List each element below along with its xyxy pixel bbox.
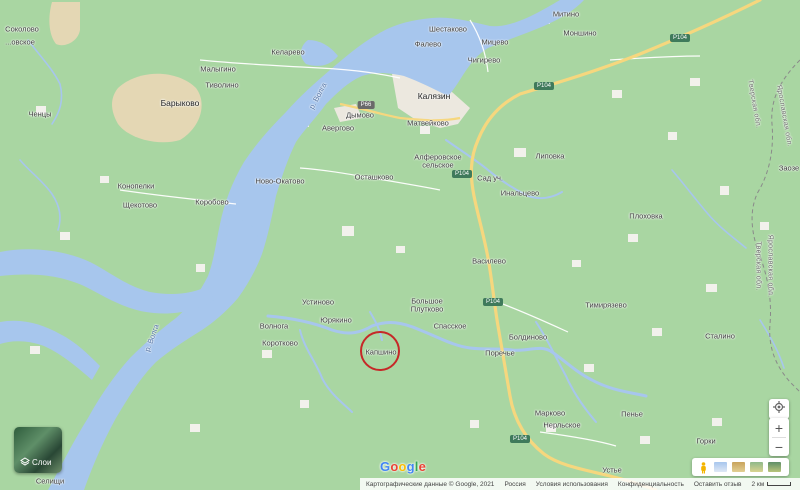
- imagery-thumbnail[interactable]: [714, 462, 727, 472]
- zoom-out-button[interactable]: −: [769, 438, 789, 456]
- place-label[interactable]: Тимирязево: [585, 301, 627, 309]
- place-label[interactable]: Заозе: [779, 164, 799, 172]
- place-label[interactable]: Коробово: [195, 198, 228, 206]
- feedback-link[interactable]: Оставить отзыв: [694, 481, 742, 488]
- place-label[interactable]: Спасское: [434, 322, 467, 330]
- place-label[interactable]: Сталино: [705, 332, 735, 340]
- place-label[interactable]: Нерльское: [543, 421, 580, 429]
- place-label[interactable]: Устиново: [302, 298, 334, 306]
- street-view-bar: [692, 458, 789, 476]
- place-label[interactable]: Марково: [535, 409, 565, 417]
- road-shield: Р104: [669, 34, 691, 42]
- road-shield: Р104: [533, 82, 555, 90]
- my-location-button[interactable]: [769, 399, 789, 419]
- place-label[interactable]: Соколово: [5, 25, 39, 33]
- place-label[interactable]: Коротково: [262, 339, 298, 347]
- place-label[interactable]: Калязин: [418, 92, 451, 101]
- place-label[interactable]: Шестаково: [429, 25, 467, 33]
- place-label[interactable]: Большое Плутково: [411, 297, 444, 313]
- google-logo: Google: [380, 459, 426, 474]
- place-label[interactable]: Селищи: [36, 477, 64, 485]
- region-label: Ярославская обл.: [766, 234, 774, 298]
- logo-letter: e: [418, 459, 427, 474]
- road-shield: Р104: [509, 435, 531, 443]
- road-shield: Р66: [357, 101, 375, 109]
- place-label[interactable]: Мицево: [482, 38, 509, 46]
- map-canvas[interactable]: [0, 0, 800, 490]
- layers-label: Слои: [32, 458, 52, 467]
- place-label[interactable]: Устье: [602, 466, 622, 474]
- imagery-thumbnail[interactable]: [732, 462, 745, 472]
- terms-link[interactable]: Условия использования: [536, 481, 608, 488]
- place-label[interactable]: Василево: [472, 257, 506, 265]
- logo-letter: o: [398, 459, 407, 474]
- place-label[interactable]: Митино: [553, 10, 579, 18]
- place-label[interactable]: Горки: [696, 437, 715, 445]
- region-label: Тверская обл.: [754, 241, 762, 291]
- logo-letter: G: [380, 459, 391, 474]
- place-label[interactable]: Болдиново: [509, 333, 547, 341]
- place-label[interactable]: Чигирево: [468, 56, 501, 64]
- road-shield: Р104: [482, 298, 504, 306]
- country-link[interactable]: Россия: [504, 481, 525, 488]
- place-label[interactable]: Щекотово: [123, 201, 157, 209]
- place-label[interactable]: Дымово: [346, 111, 374, 119]
- place-label[interactable]: Тиволино: [205, 81, 238, 89]
- place-label[interactable]: Фалево: [415, 40, 442, 48]
- place-label[interactable]: Плоховка: [629, 212, 662, 220]
- place-label[interactable]: Сад уч.: [477, 174, 503, 182]
- scale-line: [767, 482, 792, 486]
- layers-button[interactable]: Слои: [14, 427, 62, 473]
- place-label[interactable]: Конопелки: [118, 182, 155, 190]
- place-label[interactable]: Малыгино: [200, 65, 236, 73]
- zoom-in-button[interactable]: +: [769, 419, 789, 437]
- layers-icon: [20, 457, 30, 467]
- place-label[interactable]: Ново-Окатово: [255, 177, 304, 185]
- place-label[interactable]: Инальцево: [501, 189, 539, 197]
- logo-letter: g: [406, 459, 415, 474]
- place-label[interactable]: Келарево: [271, 48, 304, 56]
- road-shield: Р104: [451, 170, 473, 178]
- field-area: [49, 2, 80, 46]
- scale-label: 2 км: [751, 480, 765, 488]
- place-label[interactable]: Липовка: [536, 152, 565, 160]
- zoom-control: + −: [769, 418, 789, 456]
- scale-bar[interactable]: 2 км: [752, 481, 792, 488]
- place-label[interactable]: Алферовское сельское: [414, 153, 461, 169]
- attribution-bar: Картографические данные © Google, 2021 Р…: [360, 478, 800, 490]
- place-label[interactable]: Ченцы: [29, 110, 52, 118]
- place-label[interactable]: Моншино: [563, 29, 596, 37]
- pegman-icon[interactable]: [700, 461, 707, 474]
- place-label[interactable]: Поречье: [485, 349, 515, 357]
- place-label[interactable]: Авергово: [322, 124, 354, 132]
- imagery-thumbnail[interactable]: [750, 462, 763, 472]
- place-label[interactable]: Юрякино: [320, 316, 352, 324]
- place-label[interactable]: Барыково: [161, 99, 200, 108]
- my-location-icon: [773, 400, 785, 418]
- place-label[interactable]: Матвейково: [407, 119, 449, 127]
- map-data-attribution: Картографические данные © Google, 2021: [366, 480, 495, 488]
- place-label[interactable]: ...овское: [5, 38, 35, 46]
- location-marker-circle: [360, 331, 400, 371]
- imagery-thumbnail[interactable]: [768, 462, 781, 472]
- privacy-link[interactable]: Конфиденциальность: [618, 481, 684, 488]
- place-label[interactable]: Волнога: [260, 322, 288, 330]
- place-label[interactable]: Осташково: [355, 173, 394, 181]
- place-label[interactable]: Пенье: [621, 410, 643, 418]
